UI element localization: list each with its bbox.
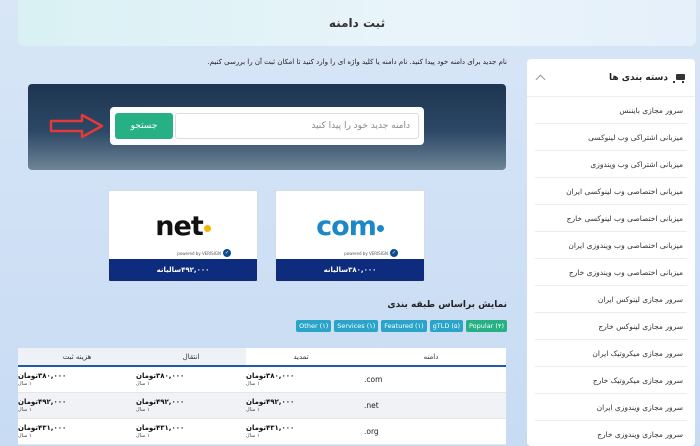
search-hero: جستجو: [28, 84, 506, 170]
row-renew: ۴۳۱,۰۰۰تومان ۱ سال: [246, 419, 356, 444]
register-period: ۱ سال: [18, 380, 32, 387]
transfer-price: ۴۳۱,۰۰۰تومان: [136, 423, 185, 432]
table-row: .com ۳۸۰,۰۰۰تومان ۱ سال ۳۸۰,۰۰۰تومان ۱ س…: [18, 367, 506, 393]
domain-card-net[interactable]: net powered by VERISIGN ✓ ۴۹۲,۰۰۰سالیانه: [108, 190, 258, 282]
header-transfer[interactable]: انتقال: [136, 348, 246, 365]
sidebar-item[interactable]: میزبانی اشتراکی وب ویندوزی: [535, 151, 687, 178]
sidebar-header[interactable]: دسته بندی ها: [527, 59, 695, 97]
transfer-period: ۱ سال: [136, 406, 150, 413]
search-box: جستجو: [110, 107, 424, 145]
transfer-price: ۳۸۰,۰۰۰تومان: [136, 371, 185, 380]
sidebar-item[interactable]: سرور مجازی میکروتیک خارج: [535, 367, 687, 394]
register-price: ۳۸۰,۰۰۰تومان: [18, 371, 67, 380]
sidebar-item[interactable]: سرور مجازی ویندوزی ایران: [535, 394, 687, 421]
powered-by-text: powered by VERISIGN: [344, 250, 388, 256]
intro-text: نام جدید برای دامنه خود پیدا کنید. نام د…: [207, 58, 507, 66]
sidebar-title-label: دسته بندی ها: [609, 72, 668, 83]
row-register: ۴۹۲,۰۰۰تومان ۱ سال: [18, 393, 136, 418]
net-price: ۴۹۲,۰۰۰سالیانه: [109, 259, 257, 281]
page-header: ثبت دامنه: [18, 0, 696, 46]
sidebar-item[interactable]: میزبانی اشتراکی وب لینوکسی: [535, 124, 687, 151]
row-transfer: ۴۳۱,۰۰۰تومان ۱ سال: [136, 419, 246, 444]
filter-gtld[interactable]: gTLD (۵): [429, 320, 463, 332]
row-tld: .net: [364, 401, 379, 410]
renew-price: ۴۳۱,۰۰۰تومان: [246, 423, 295, 432]
transfer-period: ۱ سال: [136, 432, 150, 439]
filter-pills: Popular (۴) gTLD (۵) Featured (۱) Servic…: [296, 320, 507, 332]
net-logo-text: net: [155, 210, 203, 242]
header-register[interactable]: هزینه ثبت: [18, 348, 136, 365]
register-price: ۴۹۲,۰۰۰تومان: [18, 397, 67, 406]
sidebar-item[interactable]: میزبانی اختصاصی وب لینوکسی خارج: [535, 205, 687, 232]
row-transfer: ۴۹۲,۰۰۰تومان ۱ سال: [136, 393, 246, 418]
sidebar-item[interactable]: سرور مجازی ویندوزی خارج: [535, 421, 687, 446]
domain-card-com[interactable]: com powered by VERISIGN ✓ ۳۸۰,۰۰۰سالیانه: [275, 190, 425, 282]
chevron-up-icon[interactable]: [535, 74, 546, 84]
row-tld: .org: [364, 427, 379, 436]
filter-services[interactable]: Services (۱): [334, 320, 379, 332]
com-price: ۳۸۰,۰۰۰سالیانه: [276, 259, 424, 281]
renew-period: ۱ سال: [246, 406, 260, 413]
renew-price: ۴۹۲,۰۰۰تومان: [246, 397, 295, 406]
pricing-table: دامنه تمدید انتقال هزینه ثبت .com ۳۸۰,۰۰…: [18, 348, 506, 445]
sidebar-item[interactable]: میزبانی اختصاصی وب ویندوزی خارج: [535, 259, 687, 286]
sidebar-item[interactable]: میزبانی اختصاصی وب لینوکسی ایران: [535, 178, 687, 205]
register-period: ۱ سال: [18, 406, 32, 413]
page-title: ثبت دامنه: [328, 16, 386, 30]
header-domain[interactable]: دامنه: [356, 348, 506, 365]
renew-period: ۱ سال: [246, 432, 260, 439]
row-renew: ۴۹۲,۰۰۰تومان ۱ سال: [246, 393, 356, 418]
sidebar-item[interactable]: سرور مجازی میکروتیک ایران: [535, 340, 687, 367]
filter-popular[interactable]: Popular (۴): [465, 320, 507, 332]
renew-price: ۳۸۰,۰۰۰تومان: [246, 371, 295, 380]
sidebar-list: سرور مجازی بایننس میزبانی اشتراکی وب لین…: [527, 97, 695, 446]
categories-sidebar: دسته بندی ها سرور مجازی بایننس میزبانی ا…: [527, 59, 695, 446]
net-logo: net powered by VERISIGN ✓: [109, 191, 257, 261]
search-button[interactable]: جستجو: [115, 113, 173, 139]
sidebar-title: دسته بندی ها: [609, 73, 685, 83]
register-period: ۱ سال: [18, 432, 32, 439]
cart-icon: [673, 73, 685, 83]
sidebar-item[interactable]: سرور مجازی لینوکس خارج: [535, 313, 687, 340]
com-logo-text: com: [316, 210, 377, 242]
row-transfer: ۳۸۰,۰۰۰تومان ۱ سال: [136, 367, 246, 392]
sidebar-item[interactable]: سرور مجازی لینوکس ایران: [535, 286, 687, 313]
verisign-icon: ✓: [390, 249, 398, 257]
row-register: ۳۸۰,۰۰۰تومان ۱ سال: [18, 367, 136, 392]
header-renew[interactable]: تمدید: [246, 348, 356, 365]
verisign-badge: powered by VERISIGN ✓: [344, 249, 398, 257]
row-register: ۴۳۱,۰۰۰تومان ۱ سال: [18, 419, 136, 444]
filter-other[interactable]: Other (۱): [296, 320, 332, 332]
sidebar-item[interactable]: سرور مجازی بایننس: [535, 97, 687, 124]
table-row: .org ۴۳۱,۰۰۰تومان ۱ سال ۴۳۱,۰۰۰تومان ۱ س…: [18, 419, 506, 445]
renew-period: ۱ سال: [246, 380, 260, 387]
com-logo: com powered by VERISIGN ✓: [276, 191, 424, 261]
register-price: ۴۳۱,۰۰۰تومان: [18, 423, 67, 432]
table-header: دامنه تمدید انتقال هزینه ثبت: [18, 348, 506, 367]
filter-title: نمایش براساس طبقه بندی: [387, 300, 507, 310]
filter-featured[interactable]: Featured (۱): [381, 320, 427, 332]
row-renew: ۳۸۰,۰۰۰تومان ۱ سال: [246, 367, 356, 392]
transfer-price: ۴۹۲,۰۰۰تومان: [136, 397, 185, 406]
sidebar-item[interactable]: میزبانی اختصاصی وب ویندوزی ایران: [535, 232, 687, 259]
arrow-right-icon: [49, 113, 104, 139]
verisign-badge: powered by VERISIGN ✓: [177, 249, 231, 257]
verisign-icon: ✓: [223, 249, 231, 257]
table-row: .net ۴۹۲,۰۰۰تومان ۱ سال ۴۹۲,۰۰۰تومان ۱ س…: [18, 393, 506, 419]
transfer-period: ۱ سال: [136, 380, 150, 387]
row-tld: .com: [364, 375, 383, 384]
powered-by-text: powered by VERISIGN: [177, 250, 221, 256]
domain-search-input[interactable]: [175, 113, 419, 139]
